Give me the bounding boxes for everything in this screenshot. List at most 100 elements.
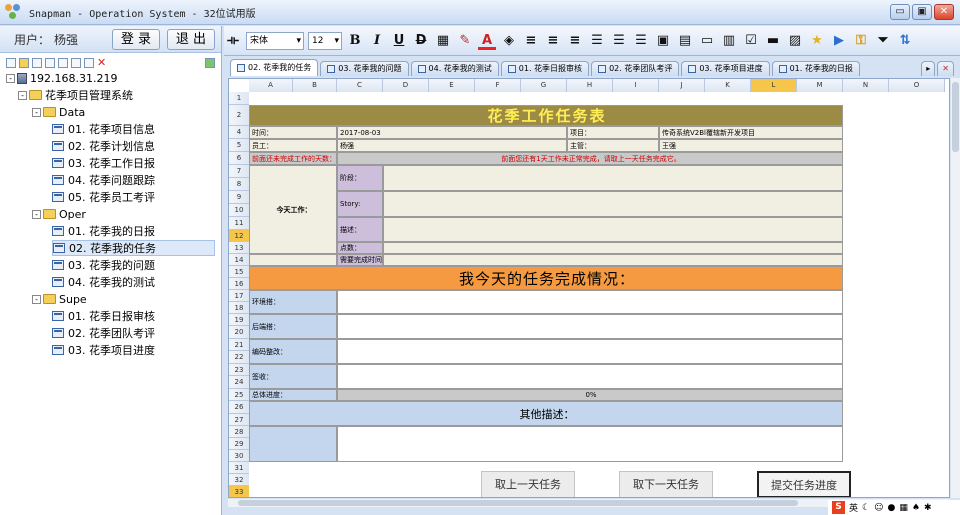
filter-icon[interactable]: ⏷ <box>874 32 892 50</box>
row-header[interactable]: 28 <box>229 426 249 438</box>
bold-button[interactable]: B <box>346 32 364 50</box>
tab-7[interactable]: 01. 花季我的日报 <box>771 61 860 76</box>
column-header[interactable]: A <box>249 79 293 92</box>
moon-icon[interactable]: ☾ <box>862 503 870 513</box>
column-header[interactable]: K <box>705 79 751 92</box>
list-icon[interactable]: ▥ <box>720 32 738 50</box>
smile-icon[interactable]: ☺ <box>874 503 883 513</box>
cut-icon[interactable] <box>45 58 55 68</box>
font-name-combo[interactable]: 宋体 <box>246 31 304 50</box>
tree-node[interactable]: 01. 花季日报审核 <box>52 308 155 324</box>
row-header[interactable]: 26 <box>229 401 249 414</box>
rename-icon[interactable] <box>84 58 94 68</box>
column-header[interactable]: D <box>383 79 429 92</box>
column-header[interactable]: J <box>659 79 705 92</box>
login-button[interactable]: 登 录 <box>112 29 160 50</box>
column-header[interactable]: B <box>293 79 337 92</box>
ime-language[interactable]: 英 <box>849 501 858 514</box>
row-header[interactable]: 11 <box>229 217 249 230</box>
tree-node[interactable]: 03. 花季项目进度 <box>52 342 155 358</box>
tree-node[interactable]: 05. 花季员工考评 <box>52 189 155 205</box>
close-button[interactable]: ✕ <box>934 4 954 20</box>
tree-node[interactable]: 04. 花季问题跟踪 <box>52 172 155 188</box>
row-header[interactable]: 18 <box>229 302 249 314</box>
row-header[interactable]: 16 <box>229 278 249 290</box>
tab-5[interactable]: 02. 花季团队考评 <box>591 61 680 76</box>
strike-button[interactable]: D <box>412 32 430 50</box>
ime-logo-icon[interactable]: S <box>832 501 845 514</box>
column-header[interactable]: E <box>429 79 475 92</box>
row-header[interactable]: 21 <box>229 339 249 351</box>
tab-scroll-button[interactable]: ▸ <box>921 61 936 76</box>
row-header[interactable]: 5 <box>229 139 249 152</box>
row-header[interactable]: 13 <box>229 242 249 254</box>
shirt-icon[interactable]: ♠ <box>912 503 920 513</box>
column-header[interactable]: L <box>751 79 797 92</box>
horizontal-scroll-thumb[interactable] <box>238 500 798 506</box>
row-header[interactable]: 33 <box>229 486 249 497</box>
paint-bucket-icon[interactable]: ◈ <box>500 32 518 50</box>
row-header[interactable]: 14 <box>229 254 249 266</box>
row-header[interactable]: 19 <box>229 314 249 326</box>
column-header[interactable]: C <box>337 79 383 92</box>
row-header[interactable]: 29 <box>229 438 249 450</box>
row-header[interactable]: 20 <box>229 326 249 339</box>
tree-node[interactable]: 02. 花季计划信息 <box>52 138 155 154</box>
lock-icon[interactable]: ⚿ <box>852 32 870 50</box>
row-header[interactable]: 25 <box>229 389 249 401</box>
tree-toggle[interactable]: - <box>32 209 41 219</box>
tree-toggle[interactable]: - <box>32 294 41 304</box>
tab-1[interactable]: 02. 花季我的任务 <box>230 59 319 76</box>
tree-toggle[interactable]: - <box>6 73 15 83</box>
align-middle-icon[interactable]: ≡ <box>544 32 562 50</box>
row-header[interactable]: 27 <box>229 414 249 426</box>
align-left-icon[interactable]: ☰ <box>588 32 606 50</box>
column-header[interactable]: F <box>475 79 521 92</box>
align-top-icon[interactable]: ≡ <box>522 32 540 50</box>
row-header[interactable]: 4 <box>229 126 249 139</box>
align-center-icon[interactable]: ☰ <box>610 32 628 50</box>
row-header[interactable]: 8 <box>229 178 249 191</box>
checkbox-icon[interactable]: ☑ <box>742 32 760 50</box>
image-icon[interactable]: ▨ <box>786 32 804 50</box>
border-icon[interactable]: ▦ <box>434 32 452 50</box>
column-header[interactable]: I <box>613 79 659 92</box>
mic-icon[interactable]: ● <box>887 503 895 513</box>
column-header[interactable]: M <box>797 79 843 92</box>
row-header[interactable]: 23 <box>229 364 249 376</box>
submit-progress-button[interactable]: 提交任务进度 <box>757 471 851 497</box>
tree-toggle[interactable]: - <box>32 107 41 117</box>
tree-node[interactable]: 03. 花季工作日报 <box>52 155 155 171</box>
column-width-icon[interactable]: ⟛ <box>224 32 242 50</box>
tree-node[interactable]: - Data <box>32 104 85 120</box>
logout-button[interactable]: 退 出 <box>167 29 215 50</box>
column-header[interactable]: O <box>889 79 945 92</box>
vertical-scrollbar[interactable] <box>951 78 960 498</box>
tree-toggle[interactable]: - <box>18 90 27 100</box>
row-header[interactable]: 24 <box>229 376 249 389</box>
gear-icon[interactable]: ✱ <box>924 503 932 513</box>
tab-close-button[interactable]: ✕ <box>937 61 954 76</box>
tree-node[interactable]: 02. 花季团队考评 <box>52 325 155 341</box>
align-bottom-icon[interactable]: ≡ <box>566 32 584 50</box>
restore-button[interactable]: ▣ <box>912 4 932 20</box>
refresh-icon[interactable] <box>205 58 215 68</box>
prev-day-task-button[interactable]: 取上一天任务 <box>481 471 575 497</box>
row-header[interactable]: 15 <box>229 266 249 278</box>
row-header[interactable]: 32 <box>229 474 249 486</box>
keyboard-icon[interactable]: ▦ <box>899 503 908 513</box>
row-header[interactable]: 31 <box>229 462 249 474</box>
tree-node[interactable]: 02. 花季我的任务 <box>52 240 215 256</box>
copy-icon[interactable] <box>32 58 42 68</box>
row-header[interactable]: 7 <box>229 165 249 178</box>
tab-6[interactable]: 03. 花季项目进度 <box>681 61 770 76</box>
row-header[interactable]: 6 <box>229 152 249 165</box>
column-header[interactable]: G <box>521 79 567 92</box>
align-right-icon[interactable]: ☰ <box>632 32 650 50</box>
row-header[interactable]: 22 <box>229 351 249 364</box>
underline-button[interactable]: U <box>390 32 408 50</box>
tab-2[interactable]: 03. 花季我的问题 <box>320 61 409 76</box>
tab-4[interactable]: 01. 花季日报审核 <box>500 61 590 76</box>
next-day-task-button[interactable]: 取下一天任务 <box>619 471 713 497</box>
paste-icon[interactable] <box>58 58 68 68</box>
